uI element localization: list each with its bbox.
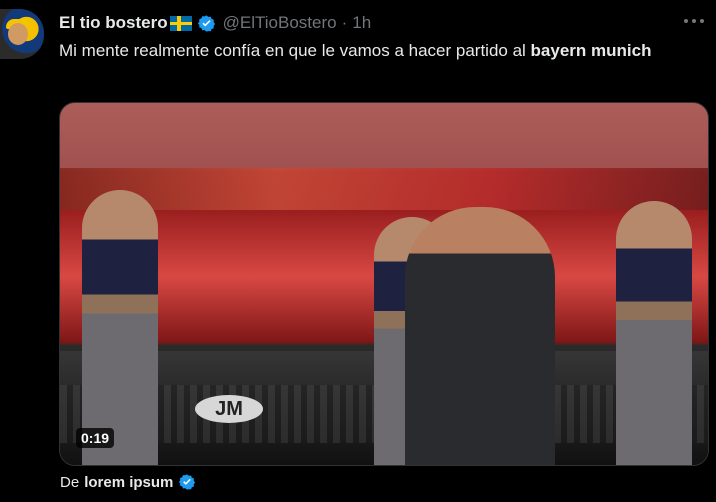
tweet-text-bold: bayern munich — [530, 41, 652, 60]
background-banner — [60, 168, 708, 210]
tweet-time[interactable]: 1h — [352, 13, 371, 33]
source-author[interactable]: lorem ipsum — [84, 474, 173, 491]
video-duration: 0:19 — [76, 428, 115, 448]
tweet-text: Mi mente realmente confía en que le vamo… — [59, 39, 679, 63]
more-dot — [692, 19, 696, 23]
header-separator: · — [341, 13, 348, 32]
flag-sweden-icon — [169, 15, 192, 31]
author-handle[interactable]: @ElTioBostero — [223, 13, 337, 33]
verified-badge-icon — [179, 474, 196, 490]
video-source: De lorem ipsum — [60, 473, 196, 491]
more-options-icon[interactable] — [684, 14, 704, 28]
source-prefix: De — [60, 473, 80, 491]
tweet-header: El tio bostero @ElTioBostero · 1h — [59, 12, 371, 34]
tweet-text-main: Mi mente realmente confía en que le vamo… — [59, 41, 531, 60]
avatar-face — [8, 23, 28, 45]
avatar[interactable] — [0, 9, 44, 59]
more-dot — [700, 19, 704, 23]
dancer-left — [82, 190, 158, 465]
more-dot — [684, 19, 688, 23]
dancer-right — [616, 201, 692, 465]
broadcast-logo: JM — [195, 395, 263, 423]
verified-badge-icon — [197, 14, 215, 32]
video-player[interactable]: JM 0:19 — [59, 102, 709, 466]
author-name[interactable]: El tio bostero — [59, 13, 168, 33]
video-frame[interactable]: JM — [60, 103, 708, 465]
host — [405, 207, 555, 465]
